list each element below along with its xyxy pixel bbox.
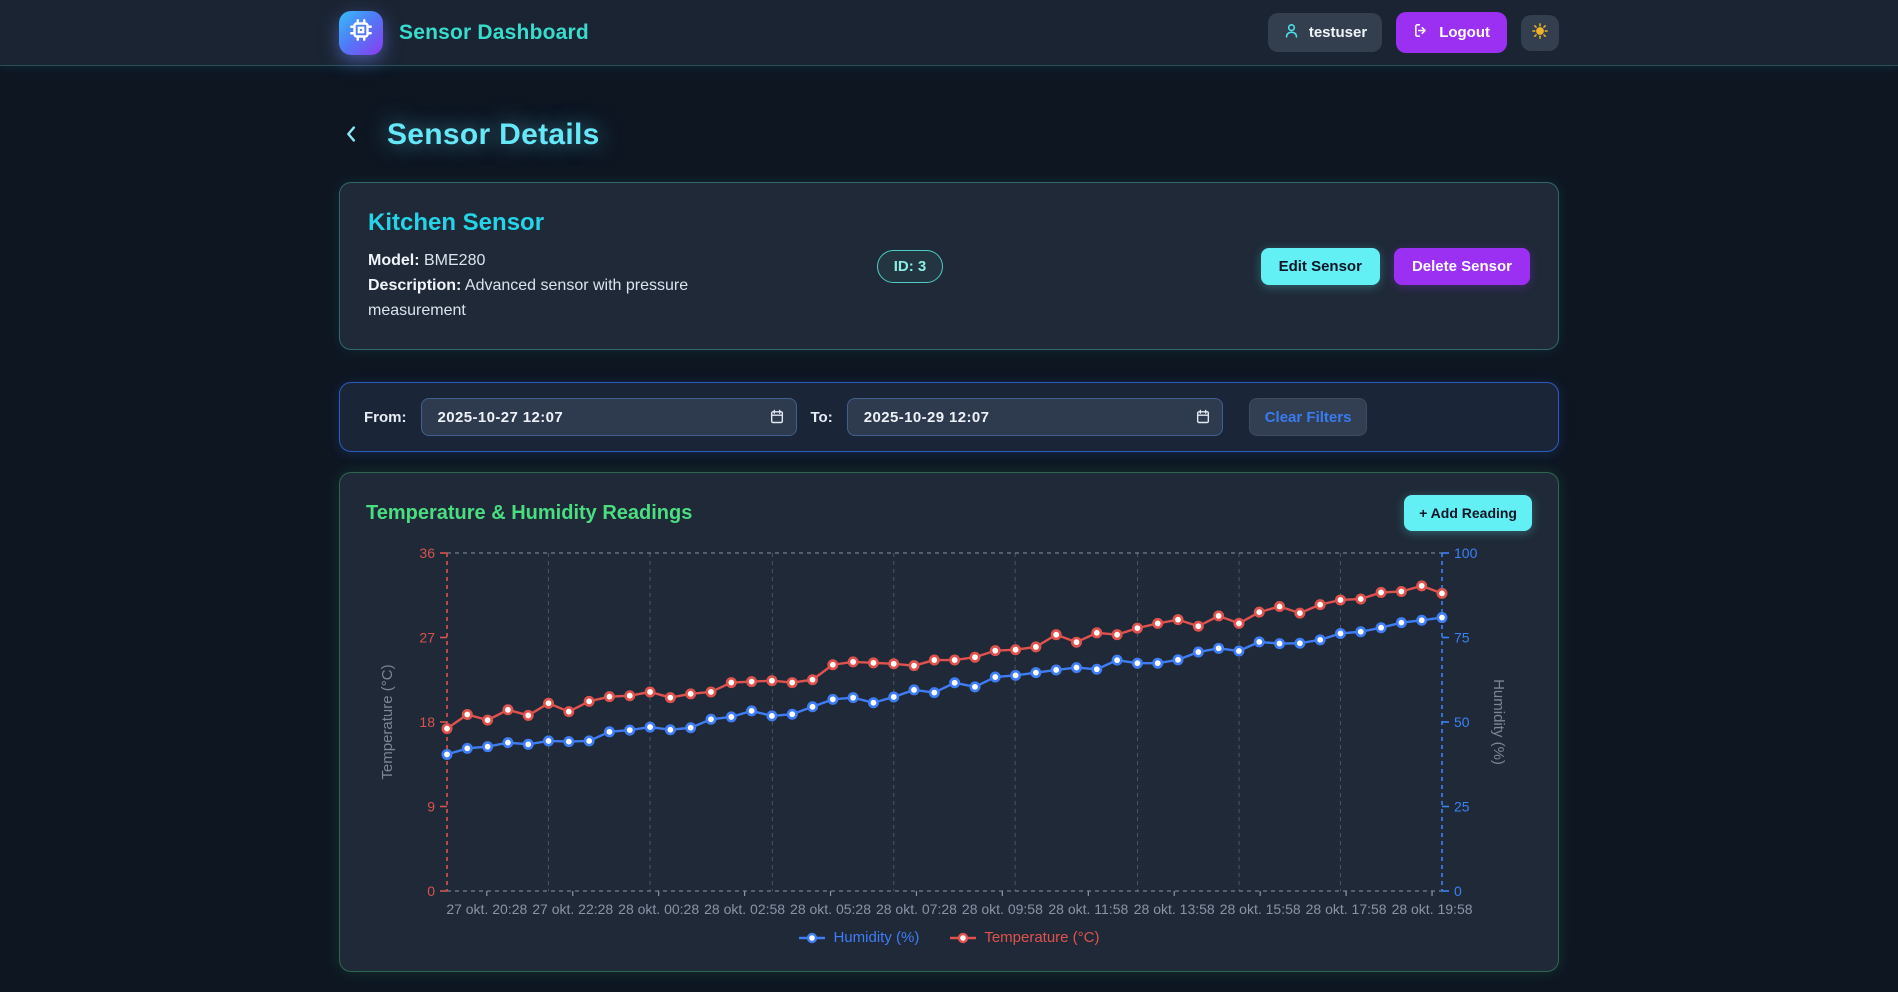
chart-canvas[interactable]: 0 9 18 27 36 0 25 50 75 100 27 okt. 20:28 27 okt. 2… — [366, 539, 1534, 927]
legend-marker-icon — [949, 932, 977, 944]
sensor-description-label: Description: — [368, 277, 461, 294]
svg-text:27 okt. 20:28: 27 okt. 20:28 — [446, 901, 527, 917]
svg-text:75: 75 — [1454, 630, 1470, 646]
page-title: Sensor Details — [387, 118, 600, 152]
svg-text:25: 25 — [1454, 799, 1470, 815]
svg-text:Temperature (°C): Temperature (°C) — [379, 665, 396, 780]
svg-text:27: 27 — [419, 630, 435, 646]
svg-text:28 okt. 05:28: 28 okt. 05:28 — [790, 901, 871, 917]
svg-text:0: 0 — [1454, 883, 1462, 899]
logout-button[interactable]: Logout — [1396, 12, 1507, 53]
sensor-model-value: BME280 — [424, 252, 485, 269]
chart-legend: Humidity (%) Temperature (°C) — [366, 929, 1532, 946]
sensor-id-badge: ID: 3 — [877, 250, 944, 283]
edit-sensor-button[interactable]: Edit Sensor — [1261, 248, 1380, 285]
svg-text:Humidity (%): Humidity (%) — [1490, 679, 1507, 765]
user-icon — [1283, 22, 1300, 43]
chevron-left-icon — [341, 121, 363, 150]
app-header: Sensor Dashboard testuser — [0, 0, 1898, 66]
sensor-details-card: Kitchen Sensor Model: BME280 Description… — [339, 182, 1559, 350]
svg-text:28 okt. 00:28: 28 okt. 00:28 — [618, 901, 699, 917]
svg-text:28 okt. 17:58: 28 okt. 17:58 — [1306, 901, 1387, 917]
readings-chart-card: Temperature & Humidity Readings + Add Re… — [339, 472, 1559, 972]
svg-text:28 okt. 09:58: 28 okt. 09:58 — [962, 901, 1043, 917]
logout-label: Logout — [1439, 24, 1490, 41]
svg-text:36: 36 — [419, 545, 435, 561]
svg-text:28 okt. 02:58: 28 okt. 02:58 — [704, 901, 785, 917]
theme-toggle-button[interactable] — [1521, 15, 1559, 51]
delete-sensor-button[interactable]: Delete Sensor — [1394, 248, 1530, 285]
svg-text:28 okt. 13:58: 28 okt. 13:58 — [1134, 901, 1215, 917]
legend-label: Humidity (%) — [833, 929, 919, 946]
username: testuser — [1309, 24, 1367, 41]
to-datetime-input[interactable] — [847, 398, 1223, 436]
sensor-model-line: Model: BME280 — [368, 249, 718, 274]
readings-chart[interactable]: 0 9 18 27 36 0 25 50 75 100 27 okt. 20:28 27 okt. 2… — [366, 539, 1532, 946]
to-label: To: — [811, 409, 833, 426]
svg-text:27 okt. 22:28: 27 okt. 22:28 — [532, 901, 613, 917]
chart-title: Temperature & Humidity Readings — [366, 502, 692, 525]
svg-text:100: 100 — [1454, 545, 1478, 561]
sensor-name: Kitchen Sensor — [368, 209, 718, 237]
sun-icon — [1531, 22, 1549, 43]
app-logo — [339, 11, 383, 55]
logout-icon — [1413, 22, 1430, 43]
from-label: From: — [364, 409, 407, 426]
svg-text:0: 0 — [427, 883, 435, 899]
svg-text:28 okt. 07:28: 28 okt. 07:28 — [876, 901, 957, 917]
add-reading-button[interactable]: + Add Reading — [1404, 495, 1532, 531]
svg-text:28 okt. 11:58: 28 okt. 11:58 — [1048, 901, 1128, 917]
svg-text:9: 9 — [427, 799, 435, 815]
legend-item[interactable]: Humidity (%) — [798, 929, 919, 946]
legend-marker-icon — [798, 932, 826, 944]
svg-text:28 okt. 19:58: 28 okt. 19:58 — [1392, 901, 1473, 917]
cpu-icon — [348, 17, 374, 48]
svg-text:18: 18 — [419, 714, 435, 730]
date-filter-bar: From: To: Clear Filters — [339, 382, 1559, 452]
app-title: Sensor Dashboard — [399, 21, 589, 45]
legend-label: Temperature (°C) — [984, 929, 1099, 946]
legend-item[interactable]: Temperature (°C) — [949, 929, 1099, 946]
sensor-description-line: Description: Advanced sensor with pressu… — [368, 274, 718, 324]
brand: Sensor Dashboard — [339, 11, 589, 55]
sensor-model-label: Model: — [368, 252, 420, 269]
svg-text:50: 50 — [1454, 714, 1470, 730]
clear-filters-button[interactable]: Clear Filters — [1249, 398, 1368, 436]
from-datetime-input[interactable] — [421, 398, 797, 436]
svg-text:28 okt. 15:58: 28 okt. 15:58 — [1220, 901, 1301, 917]
back-button[interactable] — [339, 119, 365, 152]
user-chip[interactable]: testuser — [1268, 13, 1382, 52]
main-content: Sensor Details Kitchen Sensor Model: BME… — [339, 118, 1559, 972]
